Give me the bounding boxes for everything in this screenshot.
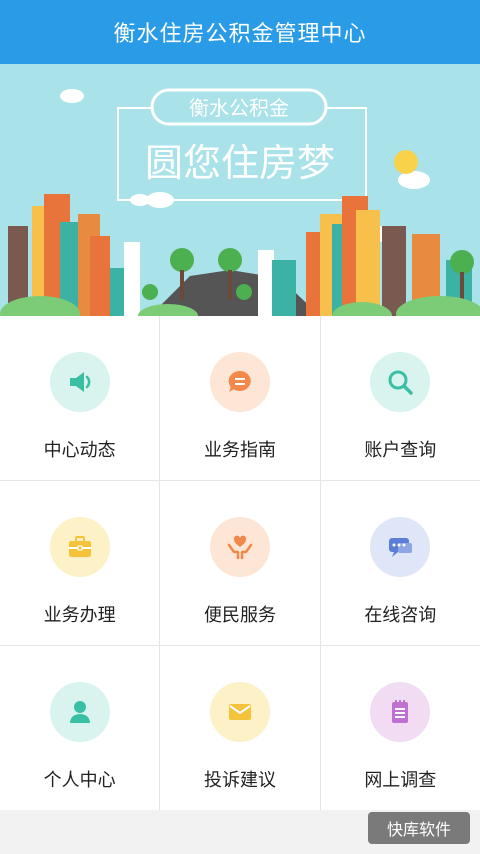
briefcase-icon bbox=[49, 517, 110, 577]
menu-item-business-guide[interactable]: 业务指南 bbox=[160, 316, 320, 480]
menu-item-business-handling[interactable]: 业务办理 bbox=[0, 481, 160, 645]
menu-item-label: 业务办理 bbox=[43, 605, 116, 626]
person-icon bbox=[49, 682, 110, 742]
menu-item-account-query[interactable]: 账户查询 bbox=[320, 316, 480, 480]
page-title: 衡水住房公积金管理中心 bbox=[113, 22, 367, 47]
sign-main-text: 圆您住房梦 bbox=[145, 141, 335, 185]
menu-item-online-consult[interactable]: 在线咨询 bbox=[320, 481, 480, 645]
banner-illustration: 衡水公积金 圆您住房梦 bbox=[0, 64, 480, 316]
sign-top-text: 衡水公积金 bbox=[189, 96, 289, 120]
menu-item-label: 中心动态 bbox=[43, 440, 116, 461]
watermark-badge: 快库软件 bbox=[368, 812, 470, 844]
banner[interactable]: 衡水公积金 圆您住房梦 bbox=[0, 64, 480, 316]
menu-item-label: 业务指南 bbox=[203, 440, 276, 461]
heart-hands-icon bbox=[209, 517, 270, 577]
search-icon bbox=[370, 352, 431, 412]
speaker-icon bbox=[49, 352, 110, 412]
menu-item-label: 在线咨询 bbox=[364, 605, 437, 626]
menu-item-label: 网上调查 bbox=[364, 770, 437, 791]
menu-item-complaint[interactable]: 投诉建议 bbox=[160, 646, 320, 810]
notepad-icon bbox=[370, 682, 431, 742]
app-header: 衡水住房公积金管理中心 bbox=[0, 0, 480, 64]
menu-item-label: 账户查询 bbox=[364, 440, 437, 461]
menu-item-label: 个人中心 bbox=[43, 770, 116, 791]
menu-item-label: 投诉建议 bbox=[203, 770, 276, 791]
service-menu-grid: 中心动态 业务指南 账户查询 业务办理 便民服务 在线咨询 个人中心 投诉建议 … bbox=[0, 316, 480, 810]
menu-item-label: 便民服务 bbox=[203, 605, 276, 626]
watermark-text: 快库软件 bbox=[386, 820, 451, 839]
chat-bubble-icon bbox=[209, 352, 270, 412]
menu-item-online-survey[interactable]: 网上调查 bbox=[320, 646, 480, 810]
menu-item-public-service[interactable]: 便民服务 bbox=[160, 481, 320, 645]
message-icon bbox=[370, 517, 431, 577]
menu-item-center-news[interactable]: 中心动态 bbox=[0, 316, 160, 480]
menu-item-personal-center[interactable]: 个人中心 bbox=[0, 646, 160, 810]
envelope-icon bbox=[209, 682, 270, 742]
